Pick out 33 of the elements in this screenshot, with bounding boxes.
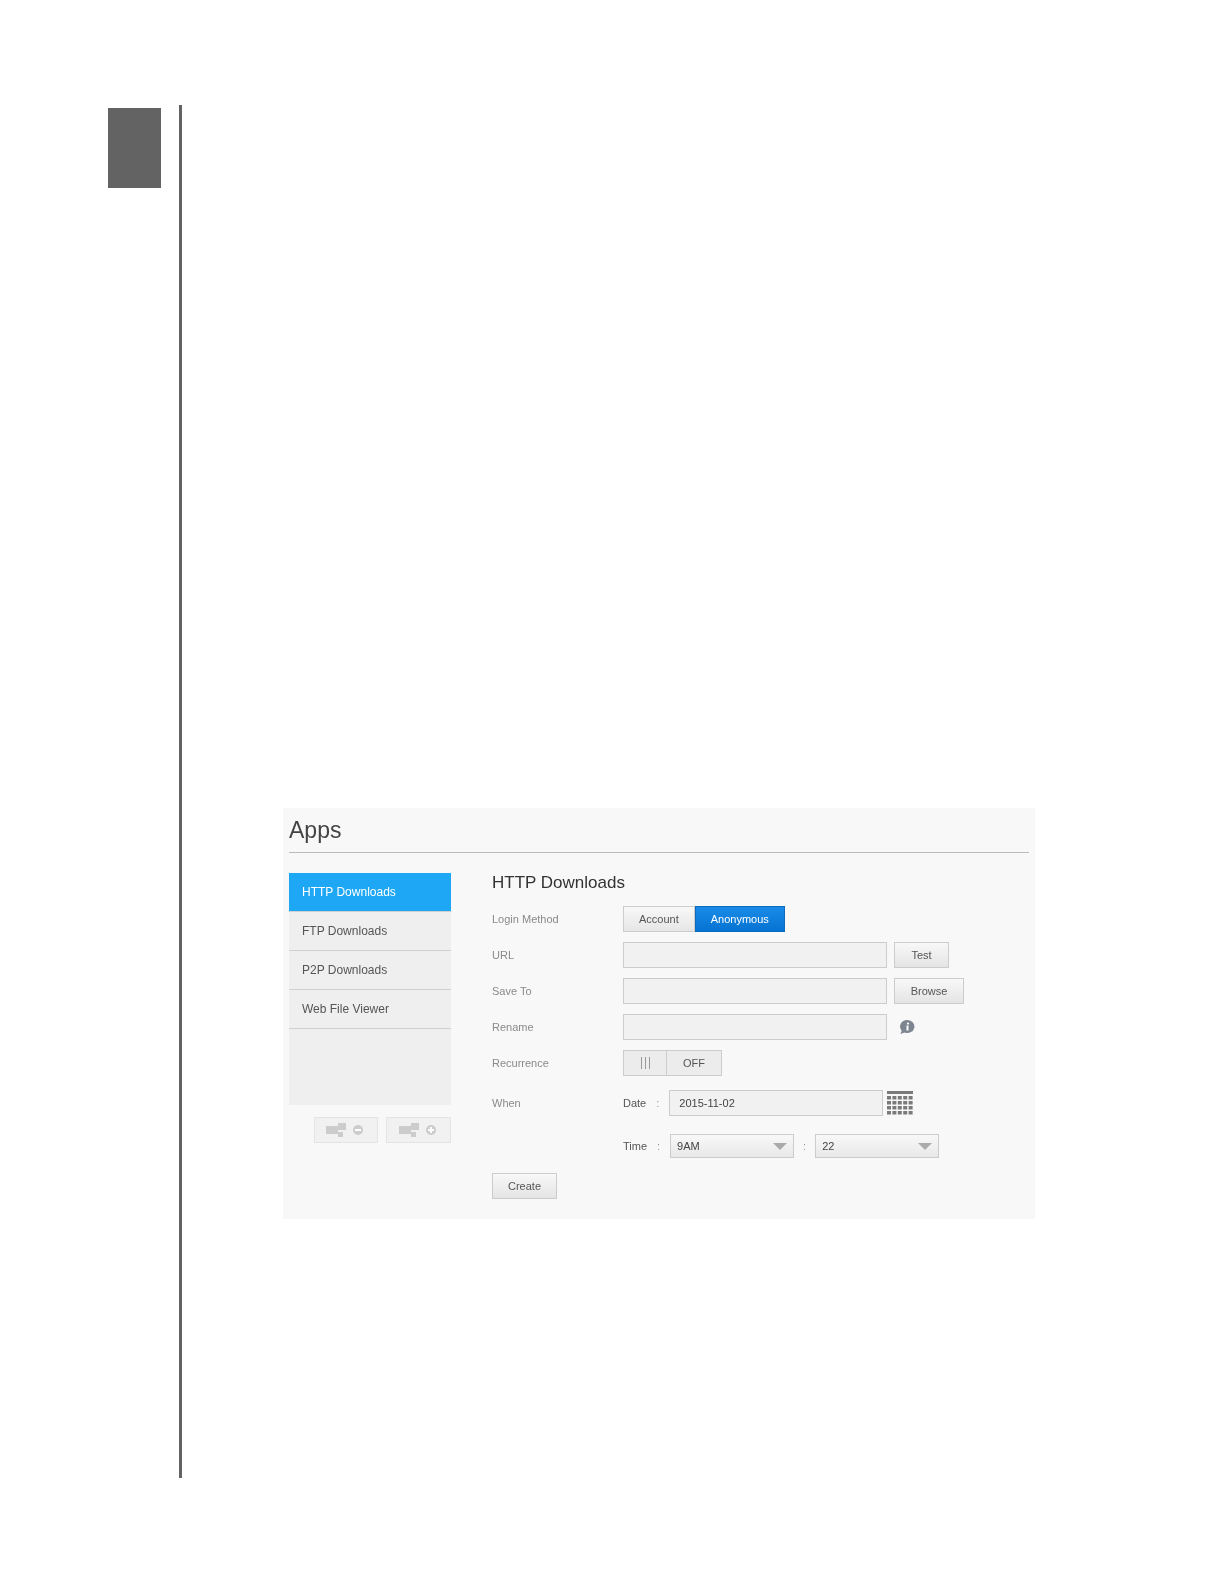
form-heading: HTTP Downloads — [492, 873, 626, 893]
field-label: Recurrence — [492, 1057, 550, 1069]
remove-button[interactable] — [314, 1117, 378, 1143]
calendar-icon[interactable] — [887, 1091, 914, 1115]
rename-field[interactable] — [623, 1014, 887, 1040]
field-label: Rename — [492, 1021, 535, 1033]
time-label: Time — [623, 1140, 648, 1152]
save-to-field[interactable] — [623, 978, 887, 1004]
separator: : — [803, 1140, 807, 1152]
create-button[interactable]: Create — [492, 1173, 557, 1199]
separator: : — [656, 1097, 660, 1109]
add-tile-icon — [398, 1123, 439, 1137]
field-label: When — [492, 1097, 522, 1109]
info-icon[interactable] — [899, 1019, 916, 1035]
date-field[interactable]: 2015-11-02 — [669, 1090, 884, 1116]
page-title: Apps — [289, 816, 1029, 853]
separator: : — [657, 1140, 661, 1152]
caret-icon — [918, 1142, 933, 1150]
field-label: Save To — [492, 985, 533, 997]
segment-button[interactable]: Anonymous — [694, 906, 785, 932]
caret-icon — [773, 1142, 788, 1150]
test-button[interactable]: Test — [894, 942, 949, 968]
hour-select[interactable]: 9AM — [670, 1134, 795, 1158]
field-label: URL — [492, 949, 515, 961]
field-label: Login Method — [492, 913, 560, 925]
recurrence-toggle[interactable]: OFF — [623, 1050, 722, 1076]
remove-tile-icon — [326, 1123, 366, 1137]
date-label: Date — [623, 1097, 647, 1109]
minute-select[interactable]: 22 — [815, 1134, 940, 1158]
add-button[interactable] — [386, 1117, 451, 1143]
browse-button[interactable]: Browse — [894, 978, 964, 1004]
url-field[interactable] — [623, 942, 887, 968]
segment-button[interactable]: Account — [623, 906, 695, 932]
